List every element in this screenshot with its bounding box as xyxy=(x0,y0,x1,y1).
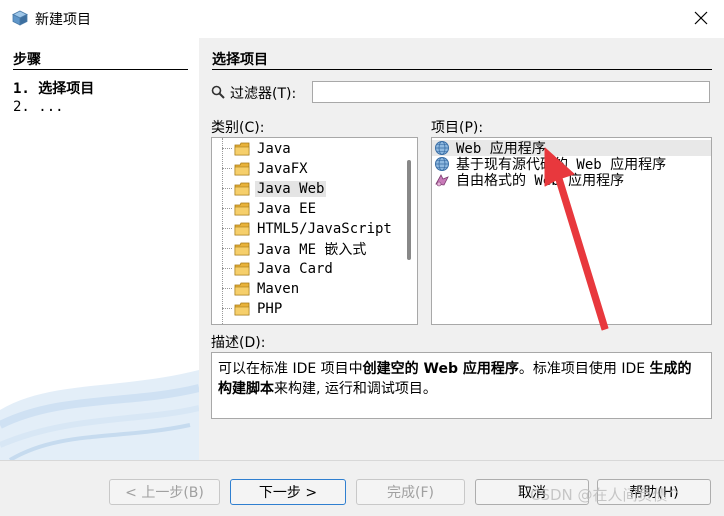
folder-icon xyxy=(234,222,250,236)
category-label: Java ME 嵌入式 xyxy=(257,242,367,258)
category-item[interactable]: Java Web xyxy=(222,179,327,199)
category-item[interactable]: Java EE xyxy=(222,199,318,219)
category-label: Java EE xyxy=(257,201,317,217)
tree-branch-line xyxy=(222,148,232,150)
filter-label: 过滤器(T): xyxy=(230,86,297,102)
categories-label: 类别(C): xyxy=(211,120,265,136)
description-text-2: 。标准项目使用 IDE xyxy=(518,361,650,377)
category-label: Java Web xyxy=(255,181,327,197)
project-label: 自由格式的 Web 应用程序 xyxy=(456,173,625,189)
category-label: Maven xyxy=(257,281,300,297)
category-item[interactable]: JavaFX xyxy=(222,159,310,179)
description-label: 描述(D): xyxy=(211,335,266,351)
description-text-3: 来构建, 运行和调试项目。 xyxy=(274,381,437,397)
category-item[interactable]: Java xyxy=(222,139,293,159)
search-icon xyxy=(211,85,225,99)
step-item-2: 2. ... xyxy=(13,99,64,115)
globe-icon xyxy=(435,157,449,171)
steps-divider xyxy=(13,69,188,70)
tree-branch-line xyxy=(222,188,232,190)
categories-scrollbar[interactable] xyxy=(407,160,411,260)
tree-branch-line xyxy=(222,268,232,270)
close-button[interactable] xyxy=(678,0,724,36)
category-label: Java xyxy=(257,141,291,157)
netbeans-cube-icon xyxy=(12,10,28,26)
watermark: CSDN @在人间负债^ xyxy=(530,486,681,504)
title-bar: 新建项目 xyxy=(0,0,724,38)
section-title: 选择项目 xyxy=(212,52,268,68)
folder-icon xyxy=(234,202,250,216)
folder-icon xyxy=(234,282,250,296)
window-title: 新建项目 xyxy=(35,12,91,28)
category-label: PHP xyxy=(257,301,283,317)
category-item[interactable]: HTML5/JavaScript xyxy=(222,219,394,239)
category-label: Java Card xyxy=(257,261,333,277)
project-item[interactable]: 自由格式的 Web 应用程序 xyxy=(432,172,711,189)
next-button[interactable]: 下一步 > xyxy=(230,479,346,505)
category-label: HTML5/JavaScript xyxy=(257,221,392,237)
filter-input[interactable] xyxy=(312,81,710,103)
tree-branch-line xyxy=(222,228,232,230)
description-bold-1: 创建空的 Web 应用程序 xyxy=(362,361,519,377)
close-icon xyxy=(694,11,708,25)
dialog-body: 步骤 1. 选择项目 2. ... 选择项目 过滤器(T): 类别(C): Ja… xyxy=(0,38,724,460)
folder-icon xyxy=(234,162,250,176)
globe-icon xyxy=(435,141,449,155)
finish-button[interactable]: 完成(F) xyxy=(356,479,465,505)
description-box: 可以在标准 IDE 项目中创建空的 Web 应用程序。标准项目使用 IDE 生成… xyxy=(211,352,712,419)
folder-icon xyxy=(234,142,250,156)
tree-branch-line xyxy=(222,208,232,210)
category-item[interactable]: Maven xyxy=(222,279,301,299)
folder-icon xyxy=(234,302,250,316)
step-item-1: 1. 选择项目 xyxy=(13,81,95,97)
projects-label: 项目(P): xyxy=(431,120,484,136)
tree-branch-line xyxy=(222,308,232,310)
projects-list[interactable]: Web 应用程序 基于现有源代码的 Web 应用程序 自由格式的 Web 应用程序 xyxy=(431,137,712,325)
freeform-icon xyxy=(435,174,449,187)
back-button[interactable]: < 上一步(B) xyxy=(109,479,220,505)
category-item[interactable]: Java Card xyxy=(222,259,335,279)
tree-branch-line xyxy=(222,168,232,170)
tree-branch-line xyxy=(222,248,232,250)
decorative-swirl xyxy=(0,370,199,460)
category-label: JavaFX xyxy=(257,161,308,177)
categories-tree[interactable]: Java JavaFX Java Web Java EE HTML5/JavaScrip… xyxy=(211,137,418,325)
footer-separator xyxy=(0,460,724,461)
section-divider xyxy=(212,69,712,70)
folder-icon xyxy=(234,182,250,196)
category-item[interactable]: PHP xyxy=(222,299,284,319)
tree-branch-line xyxy=(222,288,232,290)
folder-icon xyxy=(234,242,250,256)
category-item[interactable]: Java ME 嵌入式 xyxy=(222,239,368,259)
folder-icon xyxy=(234,262,250,276)
description-text-1: 可以在标准 IDE 项目中 xyxy=(218,361,363,377)
steps-panel: 步骤 1. 选择项目 2. ... xyxy=(0,38,199,460)
steps-title: 步骤 xyxy=(13,52,41,68)
